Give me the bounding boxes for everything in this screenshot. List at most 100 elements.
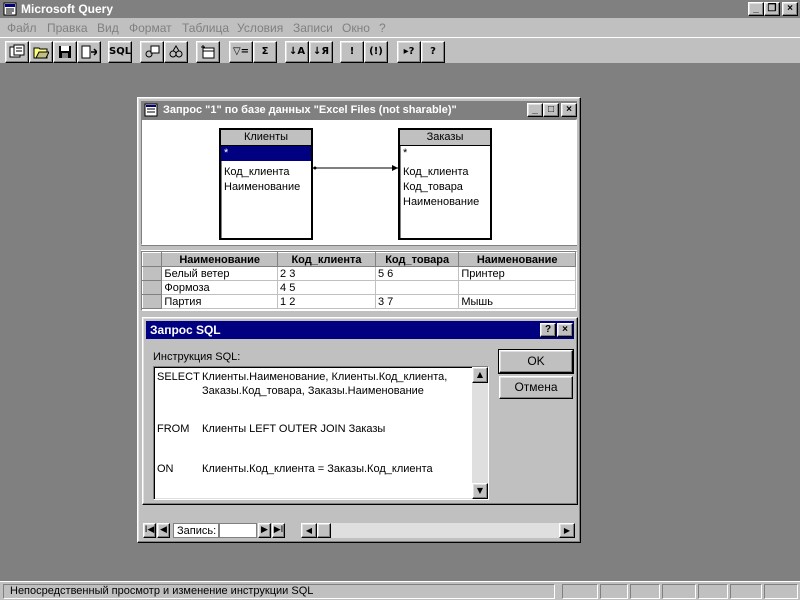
menu-criteria[interactable]: Условия [237,21,283,35]
table-row: Партия 1 2 3 7 Мышь [142,294,576,309]
record-label: Запись: [173,523,219,538]
grid-cell[interactable] [374,280,460,295]
grid-column-header[interactable]: Код_товара [374,252,460,267]
results-grid: Наименование Код_клиента Код_товара Наим… [141,251,577,311]
sql-keyword: SELECT [157,371,200,383]
menu-format[interactable]: Формат [129,21,172,35]
table-row: Белый ветер 2 3 5 6 Принтер [142,266,576,281]
save-button[interactable] [53,41,77,63]
dialog-close-button[interactable]: × [557,323,573,337]
scroll-down-arrow-icon[interactable]: ▼ [472,483,488,499]
query-now-button[interactable]: ! [340,41,364,63]
auto-query-button[interactable]: (!) [364,41,388,63]
new-query-icon [9,44,25,58]
row-selector[interactable] [142,266,163,281]
sql-dialog-titlebar: Запрос SQL ? × [146,321,574,339]
next-record-button[interactable]: ▶ [258,523,271,538]
grid-cell[interactable]: Принтер [458,266,576,281]
menu-records[interactable]: Записи [293,21,333,35]
menu-window[interactable]: Окно [342,21,370,35]
grid-column-header[interactable]: Наименование [161,252,279,267]
help-button[interactable]: ? [421,41,445,63]
sort-descending-button[interactable]: ↓Я [309,41,333,63]
sort-ascending-button[interactable]: ↓A [285,41,309,63]
sql-keyword: FROM [157,423,190,435]
app-titlebar: Microsoft Query _ ❐ × [0,0,800,18]
scroll-thumb[interactable] [317,523,331,538]
show-tables-button[interactable] [140,41,164,63]
status-bar: Непосредственный просмотр и изменение ин… [0,581,800,600]
vertical-scrollbar[interactable]: ▲ ▼ [472,367,488,499]
tables-pane: Клиенты * Код_клиента Наименование Заказ… [141,119,577,245]
status-panel [662,584,696,599]
open-folder-icon [33,47,50,59]
record-nav-bar: I◀ ◀ Запись: ▶ ▶I ◀ ▶ [141,522,577,540]
ok-button[interactable]: OK [498,349,574,374]
status-panel [730,584,762,599]
scroll-up-arrow-icon[interactable]: ▲ [472,367,488,383]
app-title: Microsoft Query [21,2,114,16]
open-button[interactable] [29,41,53,63]
record-number-input[interactable] [219,523,257,538]
horizontal-scrollbar[interactable]: ◀ ▶ [301,523,575,538]
sql-dialog: Запрос SQL ? × Инструкция SQL: SELECT Кл… [142,317,578,505]
sql-text-editor[interactable]: SELECT Клиенты.Наименование, Клиенты.Код… [153,366,489,500]
query-close-button[interactable]: × [561,103,577,117]
menu-help[interactable]: ? [379,21,386,35]
join-line[interactable] [142,120,578,246]
new-query-button[interactable] [5,41,29,63]
return-data-button[interactable] [77,41,101,63]
status-panel [764,584,798,599]
menu-view[interactable]: Вид [97,21,119,35]
query-minimize-button[interactable]: _ [527,103,543,117]
restore-button[interactable]: ❐ [764,2,780,16]
row-selector[interactable] [142,280,163,295]
grid-cell[interactable]: Формоза [161,280,279,295]
query-window-title: Запрос "1" по базе данных "Excel Files (… [163,104,457,116]
grid-corner[interactable] [142,252,163,267]
sql-text: Клиенты LEFT OUTER JOIN Заказы [202,423,386,435]
criteria-equals-button[interactable]: ▽= [229,41,253,63]
sql-button[interactable]: SQL [108,41,132,63]
grid-cell[interactable]: 2 3 [277,266,376,281]
status-panel [698,584,728,599]
add-table-button[interactable] [196,41,220,63]
status-panel [630,584,660,599]
save-disk-icon [59,46,71,58]
grid-cell[interactable]: Партия [161,294,279,309]
scroll-right-arrow-icon[interactable]: ▶ [559,523,575,538]
grid-cell[interactable] [458,280,576,295]
prev-record-button[interactable]: ◀ [157,523,170,538]
show-criteria-button[interactable] [164,41,188,63]
grid-cell[interactable]: 1 2 [277,294,376,309]
grid-cell[interactable]: 4 5 [277,280,376,295]
query-maximize-button[interactable]: □ [543,103,559,117]
close-button[interactable]: × [782,2,798,16]
show-criteria-icon [169,45,183,58]
grid-cell[interactable]: 3 7 [374,294,460,309]
query-app-icon [3,2,17,16]
sql-text: Клиенты.Код_клиента = Заказы.Код_клиента [202,463,433,475]
toolbar: SQL ▽= Σ ↓A ↓Я ! (!) ▸? ? [0,37,800,64]
totals-button[interactable]: Σ [253,41,277,63]
grid-column-header[interactable]: Наименование [458,252,576,267]
first-record-button[interactable]: I◀ [143,523,156,538]
grid-cell[interactable]: Мышь [458,294,576,309]
status-panel [562,584,598,599]
context-help-button[interactable]: ▸? [397,41,421,63]
menu-file[interactable]: Файл [7,21,37,35]
menu-edit[interactable]: Правка [47,21,88,35]
cancel-button[interactable]: Отмена [499,376,573,399]
grid-cell[interactable]: 5 6 [374,266,460,281]
sql-dialog-title: Запрос SQL [150,323,221,337]
last-record-button[interactable]: ▶I [272,523,285,538]
grid-column-header[interactable]: Код_клиента [277,252,376,267]
table-row: Формоза 4 5 [142,280,576,295]
dialog-help-button[interactable]: ? [540,323,556,337]
menu-table[interactable]: Таблица [182,21,229,35]
row-selector[interactable] [142,294,163,309]
grid-cell[interactable]: Белый ветер [161,266,279,281]
show-tables-icon [145,45,160,58]
scroll-left-arrow-icon[interactable]: ◀ [301,523,317,538]
minimize-button[interactable]: _ [748,2,764,16]
